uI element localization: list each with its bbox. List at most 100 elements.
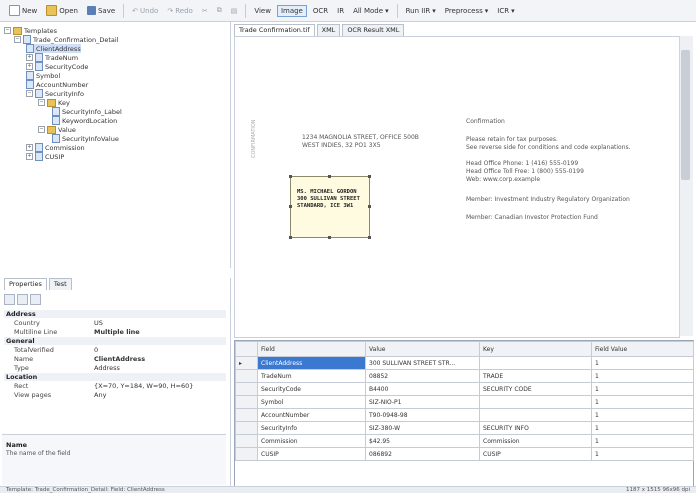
field-value-cell[interactable]: 1 bbox=[591, 434, 694, 448]
property-pages-icon[interactable] bbox=[30, 294, 41, 305]
ir-button[interactable]: IR bbox=[334, 6, 347, 16]
key-cell[interactable]: Commission bbox=[479, 434, 592, 448]
table-row[interactable]: SecurityCode B4400 SECURITY CODE 1 bbox=[235, 382, 694, 396]
value-cell[interactable]: 08852 bbox=[365, 369, 480, 383]
preprocess-dropdown[interactable]: Preprocess ▾ bbox=[442, 6, 492, 16]
resize-handle[interactable] bbox=[289, 175, 292, 178]
resize-handle[interactable] bbox=[328, 175, 331, 178]
column-header[interactable]: Key bbox=[479, 341, 592, 357]
resize-handle[interactable] bbox=[368, 236, 371, 239]
collapse-icon[interactable]: − bbox=[4, 27, 11, 34]
run-ir-button[interactable]: Run IIR ▾ bbox=[403, 6, 439, 16]
tree-node-key[interactable]: − Key bbox=[38, 98, 70, 107]
property-value[interactable]: US bbox=[94, 319, 226, 327]
tree-node-field[interactable]: + Commission bbox=[26, 143, 85, 152]
property-value[interactable]: 0 bbox=[94, 346, 226, 354]
tree-node-field[interactable]: SecurityInfoValue bbox=[52, 134, 119, 143]
field-cell[interactable]: SecurityCode bbox=[257, 382, 366, 396]
new-button[interactable]: New bbox=[6, 4, 40, 17]
key-cell[interactable] bbox=[479, 395, 592, 409]
collapse-icon[interactable]: − bbox=[38, 126, 45, 133]
value-cell[interactable]: $42.95 bbox=[365, 434, 480, 448]
tree-node-field[interactable]: + TradeNum bbox=[26, 53, 78, 62]
cut-button[interactable]: ✂ bbox=[199, 6, 211, 16]
value-cell[interactable]: B4400 bbox=[365, 382, 480, 396]
resize-handle[interactable] bbox=[289, 205, 292, 208]
key-cell[interactable]: SECURITY CODE bbox=[479, 382, 592, 396]
field-value-cell[interactable]: 1 bbox=[591, 395, 694, 409]
redo-button[interactable]: ↷ Redo bbox=[164, 6, 195, 16]
key-cell[interactable]: SECURITY INFO bbox=[479, 421, 592, 435]
property-value[interactable]: {X=70, Y=184, W=90, H=60} bbox=[94, 382, 226, 390]
property-row[interactable]: TotalVerified 0 bbox=[4, 346, 226, 354]
tab-xml[interactable]: XML bbox=[316, 24, 341, 36]
row-header[interactable] bbox=[235, 395, 258, 409]
property-row[interactable]: View pages Any bbox=[4, 391, 226, 399]
property-category[interactable]: Location bbox=[4, 373, 226, 381]
key-cell[interactable]: CUSIP bbox=[479, 447, 592, 461]
tree-node-field[interactable]: Symbol bbox=[26, 71, 60, 80]
collapse-icon[interactable]: − bbox=[26, 90, 33, 97]
column-header[interactable]: Field Value bbox=[591, 341, 694, 357]
resize-handle[interactable] bbox=[368, 205, 371, 208]
key-cell[interactable] bbox=[479, 408, 592, 422]
view-button[interactable]: View bbox=[251, 6, 274, 16]
tree-node-field[interactable]: ClientAddress bbox=[26, 44, 81, 53]
property-value[interactable]: Multiple line bbox=[94, 328, 226, 336]
collapse-icon[interactable]: − bbox=[14, 36, 21, 43]
field-cell[interactable]: AccountNumber bbox=[257, 408, 366, 422]
copy-button[interactable]: ⧉ bbox=[214, 5, 225, 16]
ocr-button[interactable]: OCR bbox=[310, 6, 331, 16]
tree-node-value[interactable]: − Value bbox=[38, 125, 76, 134]
table-row[interactable]: Commission $42.95 Commission 1 bbox=[235, 434, 694, 448]
table-row[interactable]: ▸ ClientAddress 300 SULLIVAN STREET STR...… bbox=[235, 356, 694, 370]
field-cell[interactable]: ClientAddress bbox=[257, 356, 366, 370]
resize-handle[interactable] bbox=[368, 175, 371, 178]
tree-node-field[interactable]: − SecurityInfo bbox=[26, 89, 84, 98]
expand-icon[interactable]: + bbox=[26, 63, 33, 70]
value-cell[interactable]: SIZ-NIO-P1 bbox=[365, 395, 480, 409]
property-row[interactable]: Multiline Line Multiple line bbox=[4, 328, 226, 336]
row-header[interactable] bbox=[235, 421, 258, 435]
tree-node-templates[interactable]: − Templates bbox=[4, 26, 57, 35]
undo-button[interactable]: ↶ Undo bbox=[129, 6, 161, 16]
value-cell[interactable]: 086892 bbox=[365, 447, 480, 461]
field-cell[interactable]: TradeNum bbox=[257, 369, 366, 383]
expand-icon[interactable]: + bbox=[26, 54, 33, 61]
table-row[interactable]: AccountNumber T90-0948-98 1 bbox=[235, 408, 694, 422]
field-value-cell[interactable]: 1 bbox=[591, 447, 694, 461]
value-cell[interactable]: SIZ-380-W bbox=[365, 421, 480, 435]
tree-node-field[interactable]: KeywordLocation bbox=[52, 116, 117, 125]
resize-handle[interactable] bbox=[328, 236, 331, 239]
property-row[interactable]: Rect {X=70, Y=184, W=90, H=60} bbox=[4, 382, 226, 390]
field-cell[interactable]: Symbol bbox=[257, 395, 366, 409]
field-value-cell[interactable]: 1 bbox=[591, 382, 694, 396]
alphabetical-icon[interactable] bbox=[17, 294, 28, 305]
tree-node-template[interactable]: − Trade_Confirmation_Detail bbox=[14, 35, 119, 44]
tree-node-field[interactable]: + CUSIP bbox=[26, 152, 64, 161]
property-value[interactable]: ClientAddress bbox=[94, 355, 226, 363]
scrollbar-thumb[interactable] bbox=[681, 50, 690, 180]
tree-node-field[interactable]: SecurityInfo_Label bbox=[52, 107, 122, 116]
categorized-icon[interactable] bbox=[4, 294, 15, 305]
table-row[interactable]: SecurityInfo SIZ-380-W SECURITY INFO 1 bbox=[235, 421, 694, 435]
icr-dropdown[interactable]: ICR ▾ bbox=[494, 6, 517, 16]
row-header[interactable] bbox=[235, 382, 258, 396]
tree-node-field[interactable]: AccountNumber bbox=[26, 80, 88, 89]
table-row[interactable]: TradeNum 08852 TRADE 1 bbox=[235, 369, 694, 383]
tab-ocr-result[interactable]: OCR Result XML bbox=[342, 24, 405, 36]
field-value-cell[interactable]: 1 bbox=[591, 421, 694, 435]
property-value[interactable]: Address bbox=[94, 364, 226, 372]
table-row[interactable]: CUSIP 086892 CUSIP 1 bbox=[235, 447, 694, 461]
collapse-icon[interactable]: − bbox=[38, 99, 45, 106]
save-button[interactable]: Save bbox=[84, 5, 118, 16]
tab-test[interactable]: Test bbox=[48, 278, 72, 290]
tab-properties[interactable]: Properties bbox=[4, 278, 47, 290]
value-cell[interactable]: 300 SULLIVAN STREET STR... bbox=[365, 356, 480, 370]
tree-node-field[interactable]: + SecurityCode bbox=[26, 62, 88, 71]
field-value-cell[interactable]: 1 bbox=[591, 356, 694, 370]
key-cell[interactable]: TRADE bbox=[479, 369, 592, 383]
row-header[interactable] bbox=[235, 408, 258, 422]
field-cell[interactable]: Commission bbox=[257, 434, 366, 448]
all-mode-dropdown[interactable]: All Mode ▾ bbox=[350, 6, 392, 16]
